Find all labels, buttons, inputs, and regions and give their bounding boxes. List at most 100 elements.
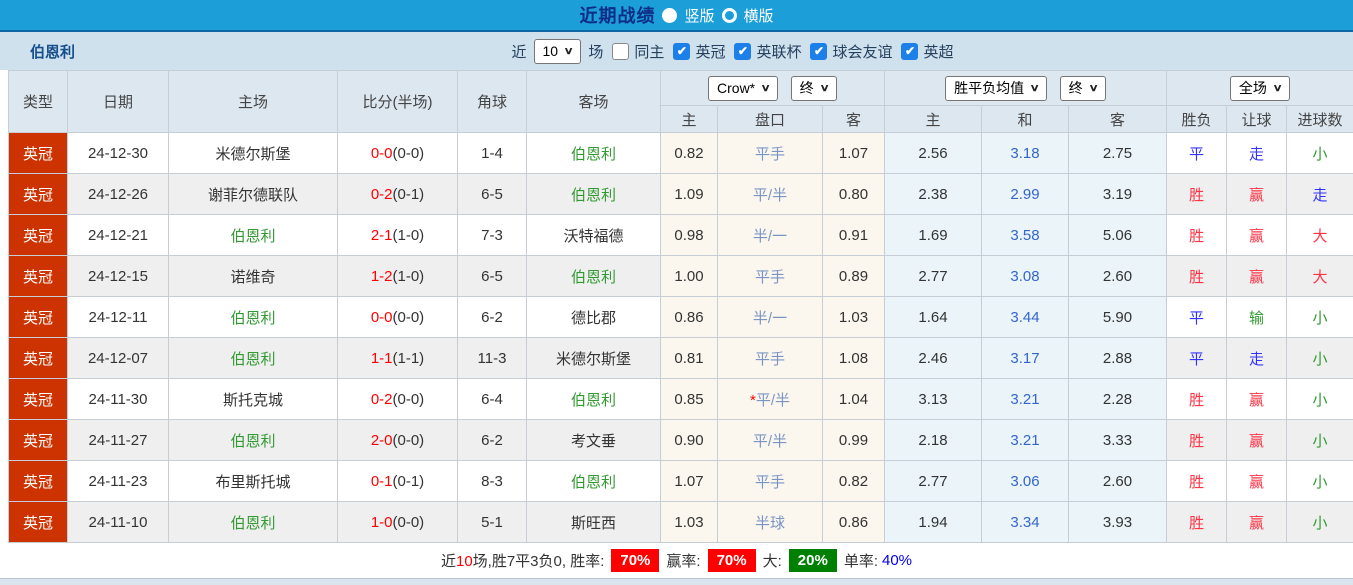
avg-type-select[interactable]: 胜平负均值 ∨: [945, 75, 1048, 101]
handicap-value: 平/半: [752, 432, 788, 450]
odds-away-cell: 1.04: [822, 378, 885, 420]
team-name: 伯恩利: [30, 43, 76, 61]
date-cell: 24-11-10: [67, 501, 169, 543]
subcol-odds-away: 客: [822, 105, 885, 133]
fulltime-score: 2-0: [370, 431, 393, 449]
score-cell: 1-2(1-0): [337, 255, 458, 297]
avg-away-cell: 2.88: [1068, 337, 1167, 379]
avg-draw-cell: 2.99: [981, 173, 1069, 215]
away-team-cell: 伯恩利: [526, 255, 661, 297]
same-home-checkbox[interactable]: [612, 42, 630, 60]
winlose-result-cell: 平: [1166, 337, 1227, 379]
league-label-qiuhuiyouyi[interactable]: 球会友谊: [832, 41, 892, 62]
avg-away-cell: 2.28: [1068, 378, 1167, 420]
league-label-yingguan[interactable]: 英冠: [695, 41, 725, 62]
result-group-header: 全场 ∨: [1166, 70, 1353, 106]
away-team-cell: 伯恩利: [526, 173, 661, 215]
avg-draw-cell: 3.06: [981, 460, 1069, 502]
handicap-cell: *平/半: [717, 378, 823, 420]
avg-draw-cell: 3.17: [981, 337, 1069, 379]
odds-away-cell: 0.89: [822, 255, 885, 297]
avg-home-cell: 2.38: [884, 173, 982, 215]
recent-label: 近: [511, 43, 527, 61]
handicap-cell: 半球: [717, 501, 823, 543]
subcol-goals: 进球数: [1286, 105, 1353, 133]
league-checkbox-yingchao[interactable]: ✔: [901, 42, 919, 60]
handicap-result-cell: 输: [1226, 296, 1287, 338]
recent-count-select[interactable]: 10 ∨: [533, 38, 582, 64]
table-row: 英冠 24-12-07 伯恩利 1-1(1-1) 11-3 米德尔斯堡 0.81…: [8, 337, 1353, 379]
avg-draw-cell: 3.58: [981, 214, 1069, 256]
table-row: 英冠 24-11-23 布里斯托城 0-1(0-1) 8-3 伯恩利 1.07 …: [8, 460, 1353, 502]
home-team-cell: 诺维奇: [168, 255, 338, 297]
avg-type-value: 胜平负均值: [954, 80, 1025, 96]
handicap-result-cell: 赢: [1226, 378, 1287, 420]
odds-home-cell: 0.86: [660, 296, 718, 338]
winlose-result-cell: 平: [1166, 296, 1227, 338]
score-cell: 2-0(0-0): [337, 419, 458, 461]
goals-result-cell: 大: [1286, 255, 1353, 297]
corner-cell: 6-2: [457, 419, 527, 461]
league-label-yinglianbei[interactable]: 英联杯: [756, 41, 801, 62]
avg-away-cell: 2.60: [1068, 460, 1167, 502]
avg-draw-cell: 3.08: [981, 255, 1069, 297]
halftime-score: (0-0): [392, 144, 425, 162]
avg-draw-cell: 3.34: [981, 501, 1069, 543]
table-row: 英冠 24-12-21 伯恩利 2-1(1-0) 7-3 沃特福德 0.98 半…: [8, 214, 1353, 256]
league-label-yingchao[interactable]: 英超: [923, 41, 953, 62]
winlose-result-cell: 胜: [1166, 419, 1227, 461]
col-header-away: 客场: [526, 70, 661, 133]
home-team-cell: 伯恩利: [168, 419, 338, 461]
same-home-label[interactable]: 同主: [634, 41, 664, 62]
dan-rate-label: 单率:: [843, 553, 878, 570]
table-row: 英冠 24-11-10 伯恩利 1-0(0-0) 5-1 斯旺西 1.03 半球…: [8, 501, 1353, 543]
subcol-winlose: 胜负: [1166, 105, 1227, 133]
goals-result-cell: 小: [1286, 337, 1353, 379]
halftime-score: (0-0): [392, 390, 425, 408]
bookmaker-select[interactable]: Crow* ∨: [708, 75, 779, 101]
layout-vertical-option[interactable]: 竖版: [684, 5, 714, 26]
handicap-result-cell: 赢: [1226, 460, 1287, 502]
odds-away-cell: 0.80: [822, 173, 885, 215]
goals-result-cell: 小: [1286, 132, 1353, 174]
home-team-cell: 斯托克城: [168, 378, 338, 420]
away-team-cell: 米德尔斯堡: [526, 337, 661, 379]
radio-unselected-icon[interactable]: [721, 7, 737, 23]
league-type-cell: 英冠: [8, 378, 68, 420]
table-row: 英冠 24-12-26 谢菲尔德联队 0-2(0-1) 6-5 伯恩利 1.09…: [8, 173, 1353, 215]
winlose-result-cell: 胜: [1166, 214, 1227, 256]
layout-horizontal-option[interactable]: 横版: [744, 5, 774, 26]
league-type-cell: 英冠: [8, 132, 68, 174]
odds-away-cell: 1.03: [822, 296, 885, 338]
avg-time-select[interactable]: 终 ∨: [1059, 75, 1106, 101]
odds-away-cell: 0.86: [822, 501, 885, 543]
handicap-value: 平手: [754, 350, 785, 368]
goals-result-cell: 小: [1286, 296, 1353, 338]
scope-select[interactable]: 全场 ∨: [1229, 75, 1291, 101]
avg-home-cell: 1.69: [884, 214, 982, 256]
goals-result-cell: 小: [1286, 460, 1353, 502]
winlose-result-cell: 平: [1166, 132, 1227, 174]
corner-cell: 6-4: [457, 378, 527, 420]
date-cell: 24-11-27: [67, 419, 169, 461]
avg-home-cell: 2.56: [884, 132, 982, 174]
halftime-score: (1-0): [392, 267, 425, 285]
odds-group-header: Crow* ∨ 终 ∨: [660, 70, 885, 106]
league-checkbox-yinglianbei[interactable]: ✔: [734, 42, 752, 60]
odds-time-select[interactable]: 终 ∨: [790, 75, 837, 101]
handicap-value: 半/一: [752, 227, 788, 245]
subcol-handicap-result: 让球: [1226, 105, 1287, 133]
date-cell: 24-12-21: [67, 214, 169, 256]
odds-away-cell: 1.08: [822, 337, 885, 379]
radio-selected-icon[interactable]: [662, 7, 678, 23]
ying-rate-badge: 70%: [707, 549, 756, 572]
bottom-strip: [0, 578, 1353, 585]
avg-away-cell: 3.93: [1068, 501, 1167, 543]
winlose-result-cell: 胜: [1166, 501, 1227, 543]
chevron-down-icon: ∨: [1088, 82, 1099, 94]
league-checkbox-qiuhuiyouyi[interactable]: ✔: [810, 42, 828, 60]
league-type-cell: 英冠: [8, 419, 68, 461]
subcol-odds-home: 主: [660, 105, 718, 133]
odds-home-cell: 1.07: [660, 460, 718, 502]
league-checkbox-yingguan[interactable]: ✔: [673, 42, 691, 60]
